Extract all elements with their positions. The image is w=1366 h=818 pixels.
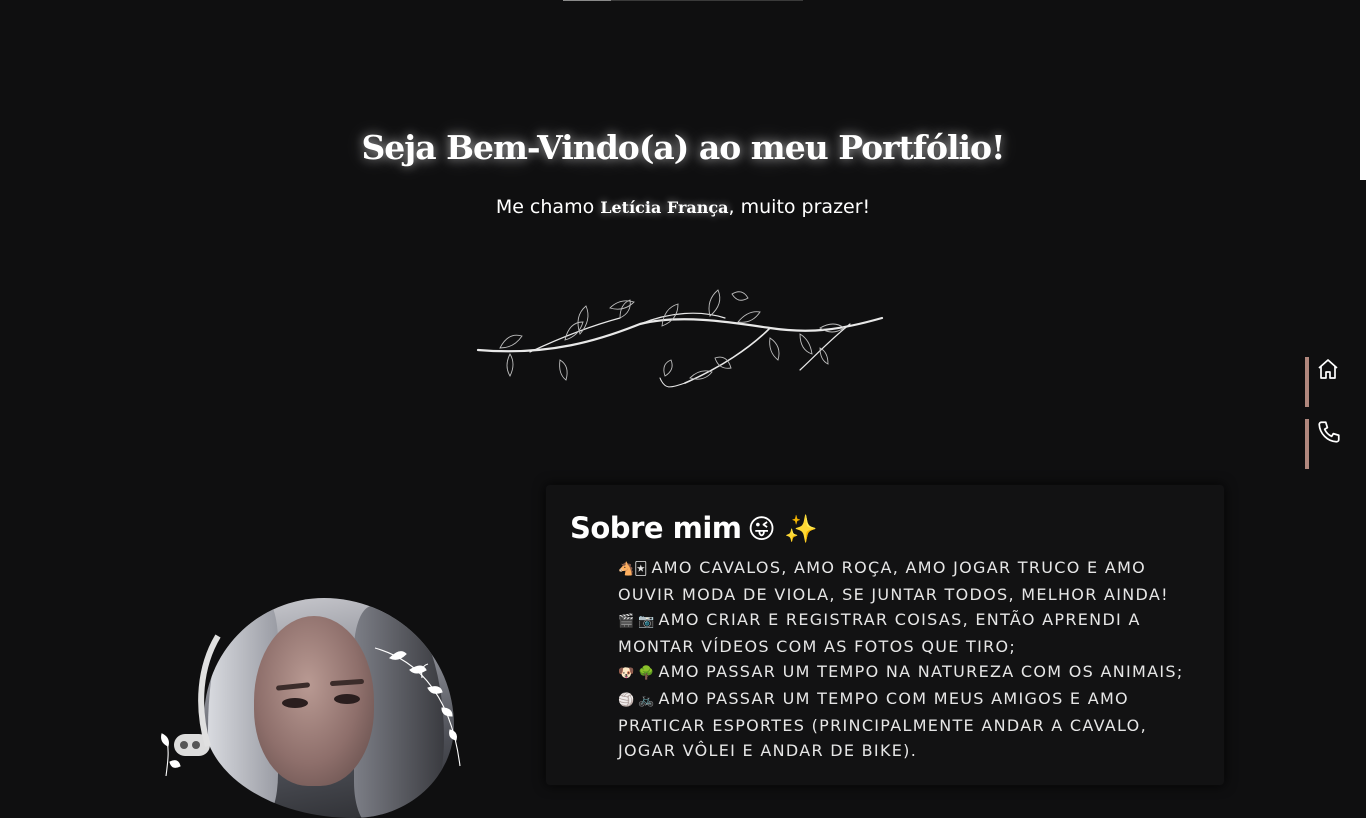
- clapper-camera-icon: 🎬 📷: [618, 614, 655, 629]
- about-item-text: Amo cavalos, amo roça, amo jogar truco e…: [618, 558, 1169, 604]
- about-list: 🐴🃏 Amo cavalos, amo roça, amo jogar truco…: [618, 555, 1198, 763]
- home-icon: [1318, 359, 1338, 379]
- about-item-text: Amo passar um tempo na natureza com os a…: [658, 662, 1184, 681]
- page-title: Seja Bem-Vindo(a) ao meu Portfólio!: [361, 128, 1005, 167]
- about-item: 🏐 🚲 Amo passar um tempo com meus amigos e…: [618, 686, 1198, 763]
- profile-photo: [160, 596, 470, 818]
- nav-home-button[interactable]: [1305, 357, 1346, 407]
- leaf-frame-decoration: [161, 634, 461, 776]
- top-progress-bar: [563, 0, 803, 1]
- side-navigation: [1305, 345, 1346, 475]
- subtitle-suffix: , muito prazer!: [728, 196, 871, 218]
- nav-contact-button[interactable]: [1305, 419, 1346, 469]
- horse-cards-icon: 🐴🃏: [618, 562, 648, 577]
- hero-subtitle: Me chamo Letícia França, muito prazer!: [0, 196, 1366, 218]
- phone-icon: [1318, 421, 1340, 443]
- branch-illustration: [476, 289, 884, 388]
- about-card: Sobre mim 😜 ✨ 🐴🃏 Amo cavalos, amo roça, am…: [546, 485, 1224, 785]
- about-item: 🐴🃏 Amo cavalos, amo roça, amo jogar truco…: [618, 555, 1198, 607]
- about-title-emoji: 😜 ✨: [747, 514, 818, 545]
- subtitle-prefix: Me chamo: [495, 196, 601, 218]
- about-item-text: Amo criar e registrar coisas, então apre…: [618, 610, 1141, 656]
- about-title-text: Sobre mim: [570, 511, 742, 545]
- about-item: 🎬 📷 Amo criar e registrar coisas, então a…: [618, 607, 1198, 659]
- about-item-text: Amo passar um tempo com meus amigos e am…: [618, 689, 1147, 760]
- volleyball-bike-icon: 🏐 🚲: [618, 693, 655, 708]
- dog-tree-icon: 🐶 🌳: [618, 666, 655, 681]
- author-name: Letícia França: [600, 198, 729, 217]
- about-title: Sobre mim 😜 ✨: [570, 511, 818, 545]
- about-item: 🐶 🌳 Amo passar um tempo na natureza com o…: [618, 659, 1198, 686]
